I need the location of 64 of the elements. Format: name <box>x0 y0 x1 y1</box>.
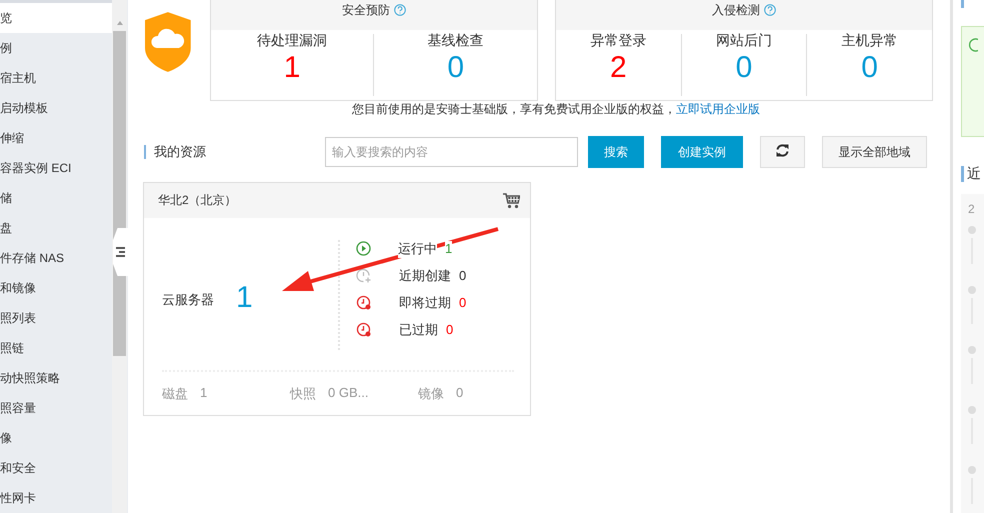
stat-label: 基线检查 <box>428 32 484 50</box>
timeline-dot-icon <box>968 346 976 386</box>
status-label: 近期创建 <box>399 266 451 284</box>
shield-cloud-icon <box>145 12 191 72</box>
footer-label: 磁盘 <box>162 385 188 403</box>
search-field[interactable]: 输入要搜索的内容 <box>325 137 578 167</box>
refresh-button[interactable] <box>760 136 805 168</box>
sidebar-item[interactable]: 照链 <box>0 333 112 363</box>
clock-icon <box>356 322 372 338</box>
footer-value: 1 <box>200 385 208 402</box>
stat-label: 主机异常 <box>842 32 898 50</box>
sidebar-item[interactable]: 性网卡 <box>0 483 112 513</box>
timeline-dot-icon <box>968 226 976 266</box>
status-count[interactable]: 0 <box>459 268 466 283</box>
footer-label: 镜像 <box>418 385 444 403</box>
timeline-dot-icon <box>968 286 976 326</box>
status-label: 即将过期 <box>399 294 451 312</box>
play-icon <box>356 241 371 256</box>
collapse-handle[interactable] <box>113 228 128 276</box>
section-title: 近 <box>967 165 981 183</box>
sidebar-item[interactable]: 和镜像 <box>0 273 112 303</box>
timeline-dot-icon <box>968 466 976 506</box>
status-label: 运行中 <box>398 240 437 258</box>
panel-title: 安全预防 <box>342 2 390 18</box>
region-title: 华北2（北京） <box>158 192 237 209</box>
sidebar-item[interactable]: 盘 <box>0 213 112 243</box>
sidebar-item[interactable]: 宿主机 <box>0 63 112 93</box>
sidebar-item[interactable]: 览 <box>0 3 112 33</box>
sidebar-item[interactable]: 容器实例 ECI <box>0 153 112 183</box>
sidebar-item[interactable]: 例 <box>0 33 112 63</box>
scrollbar[interactable] <box>112 0 127 513</box>
sidebar-item[interactable]: 照列表 <box>0 303 112 333</box>
product-name: 云服务器 <box>162 291 214 309</box>
sidebar-item[interactable]: 像 <box>0 423 112 453</box>
status-count[interactable]: 0 <box>446 322 454 337</box>
sidebar-item[interactable]: 件存储 NAS <box>0 243 112 273</box>
stat-label: 待处理漏洞 <box>257 32 328 50</box>
refresh-icon <box>776 144 789 157</box>
stat-value[interactable]: 2 <box>610 50 627 86</box>
status-count[interactable]: 0 <box>459 295 466 310</box>
show-all-regions-button[interactable]: 显示全部地域 <box>822 136 927 168</box>
sidebar-item[interactable]: 储 <box>0 183 112 213</box>
footer-label: 快照 <box>290 385 316 403</box>
sidebar-item[interactable]: 动快照策略 <box>0 363 112 393</box>
timeline-date: 2 <box>968 202 975 216</box>
stat-value[interactable]: 1 <box>284 50 300 86</box>
clock-icon <box>356 294 372 310</box>
sidebar-item[interactable]: 启动模板 <box>0 93 112 123</box>
timeline-dot-icon <box>968 406 976 446</box>
sidebar-item[interactable]: 和安全 <box>0 453 112 483</box>
panel-title: 入侵检测 <box>712 2 760 18</box>
stat-label: 网站后门 <box>716 32 772 50</box>
stat-label: 异常登录 <box>590 32 646 50</box>
menu-icon <box>116 246 125 258</box>
status-count[interactable]: 1 <box>445 241 452 256</box>
sidebar-item[interactable]: 伸缩 <box>0 123 112 153</box>
trial-link[interactable]: 立即试用企业版 <box>676 102 760 116</box>
status-label: 已过期 <box>399 320 438 338</box>
footer-value: 0 <box>456 385 464 402</box>
notice-text: 您目前使用的是安骑士基础版，享有免费试用企业版的权益，立即试用企业版 <box>352 101 760 118</box>
clock-plus-icon <box>356 268 372 284</box>
footer-value: 0 GB... <box>328 385 368 402</box>
sidebar-item[interactable]: 照容量 <box>0 393 112 423</box>
cart-icon[interactable] <box>503 192 520 208</box>
